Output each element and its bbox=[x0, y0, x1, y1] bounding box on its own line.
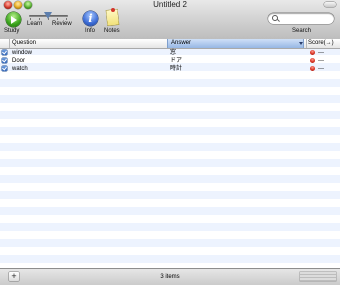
question-cell[interactable]: Door bbox=[12, 57, 25, 65]
info-icon: i bbox=[88, 12, 93, 25]
question-cell[interactable]: watch bbox=[12, 65, 28, 73]
info-label: Info bbox=[85, 28, 96, 34]
table-row[interactable]: watch 時計 --- bbox=[0, 65, 340, 73]
sort-descending-icon bbox=[299, 42, 303, 45]
notes-pin-icon bbox=[111, 8, 115, 12]
search-input[interactable] bbox=[281, 13, 331, 24]
table-row[interactable]: window 窓 --- bbox=[0, 49, 340, 57]
toolbar: Untitled 2 Study Learn Review i Info Not… bbox=[0, 0, 340, 40]
window-title: Untitled 2 bbox=[153, 0, 187, 9]
answer-cell[interactable]: 窓 bbox=[170, 49, 176, 57]
slider-tick bbox=[30, 18, 31, 20]
column-header-question[interactable]: Question bbox=[12, 39, 162, 48]
slider-review-label: Review bbox=[52, 21, 72, 27]
slider-tick bbox=[66, 18, 67, 20]
score-cell: --- bbox=[318, 58, 324, 64]
slider-tick bbox=[57, 18, 58, 20]
score-dot-icon bbox=[310, 66, 315, 71]
main-window: Untitled 2 Study Learn Review i Info Not… bbox=[0, 0, 340, 285]
score-cell: --- bbox=[318, 66, 324, 72]
item-count: 3 items bbox=[160, 274, 180, 280]
question-cell[interactable]: window bbox=[12, 49, 32, 57]
answer-cell[interactable]: 時計 bbox=[170, 65, 182, 73]
cards-table: Question Answer Score(→) window 窓 --- Do… bbox=[0, 39, 340, 268]
resize-handle[interactable] bbox=[300, 272, 336, 281]
column-header-score[interactable]: Score(→) bbox=[308, 39, 340, 48]
score-cell: --- bbox=[318, 50, 324, 56]
score-dot-icon bbox=[310, 58, 315, 63]
status-bar: + 3 items bbox=[0, 268, 340, 285]
column-divider[interactable] bbox=[9, 39, 10, 48]
table-header: Question Answer Score(→) bbox=[0, 39, 340, 49]
column-divider[interactable] bbox=[306, 39, 307, 48]
study-label: Study bbox=[4, 28, 20, 34]
answer-cell[interactable]: ドア bbox=[170, 57, 182, 65]
search-label: Search bbox=[292, 28, 312, 34]
notes-label: Notes bbox=[104, 28, 120, 34]
info-button[interactable]: i bbox=[83, 11, 98, 26]
column-header-answer[interactable]: Answer bbox=[167, 39, 304, 48]
slider-tick bbox=[48, 18, 49, 20]
slider-tick bbox=[39, 18, 40, 20]
slider-learn-label: Learn bbox=[27, 21, 43, 27]
toolbar-toggle-button[interactable] bbox=[324, 2, 336, 7]
table-row[interactable]: Door ドア --- bbox=[0, 57, 340, 65]
play-icon bbox=[11, 16, 17, 24]
score-dot-icon bbox=[310, 50, 315, 55]
